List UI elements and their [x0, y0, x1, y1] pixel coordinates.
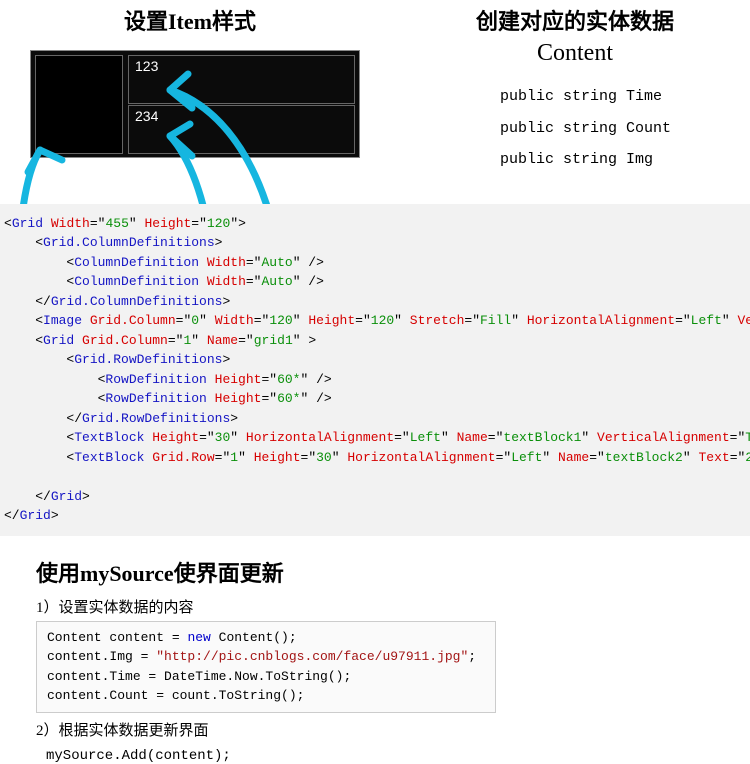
- heading-use-mysource: 使用mySource使界面更新: [36, 556, 750, 588]
- heading-set-item-style: 设置Item样式: [10, 2, 370, 46]
- member-time: public string Time: [500, 81, 740, 113]
- csharp-code-block: Content content = new Content(); content…: [36, 621, 496, 713]
- class-members-list: public string Time public string Count p…: [410, 77, 740, 176]
- final-code-line: mySource.Add(content);: [36, 744, 750, 764]
- preview-cell-1: 123: [128, 55, 355, 104]
- step-1-label: 1）设置实体数据的内容: [36, 596, 750, 617]
- member-count: public string Count: [500, 113, 740, 145]
- item-preview: 123 234: [30, 50, 360, 158]
- step-2-label: 2）根据实体数据更新界面: [36, 719, 750, 740]
- xaml-code-block: <Grid Width="455" Height="120"> <Grid.Co…: [0, 204, 750, 536]
- heading-content-class: Content: [410, 40, 740, 67]
- member-img: public string Img: [500, 144, 740, 176]
- preview-image-placeholder: [35, 55, 123, 154]
- preview-cell-2: 234: [128, 105, 355, 154]
